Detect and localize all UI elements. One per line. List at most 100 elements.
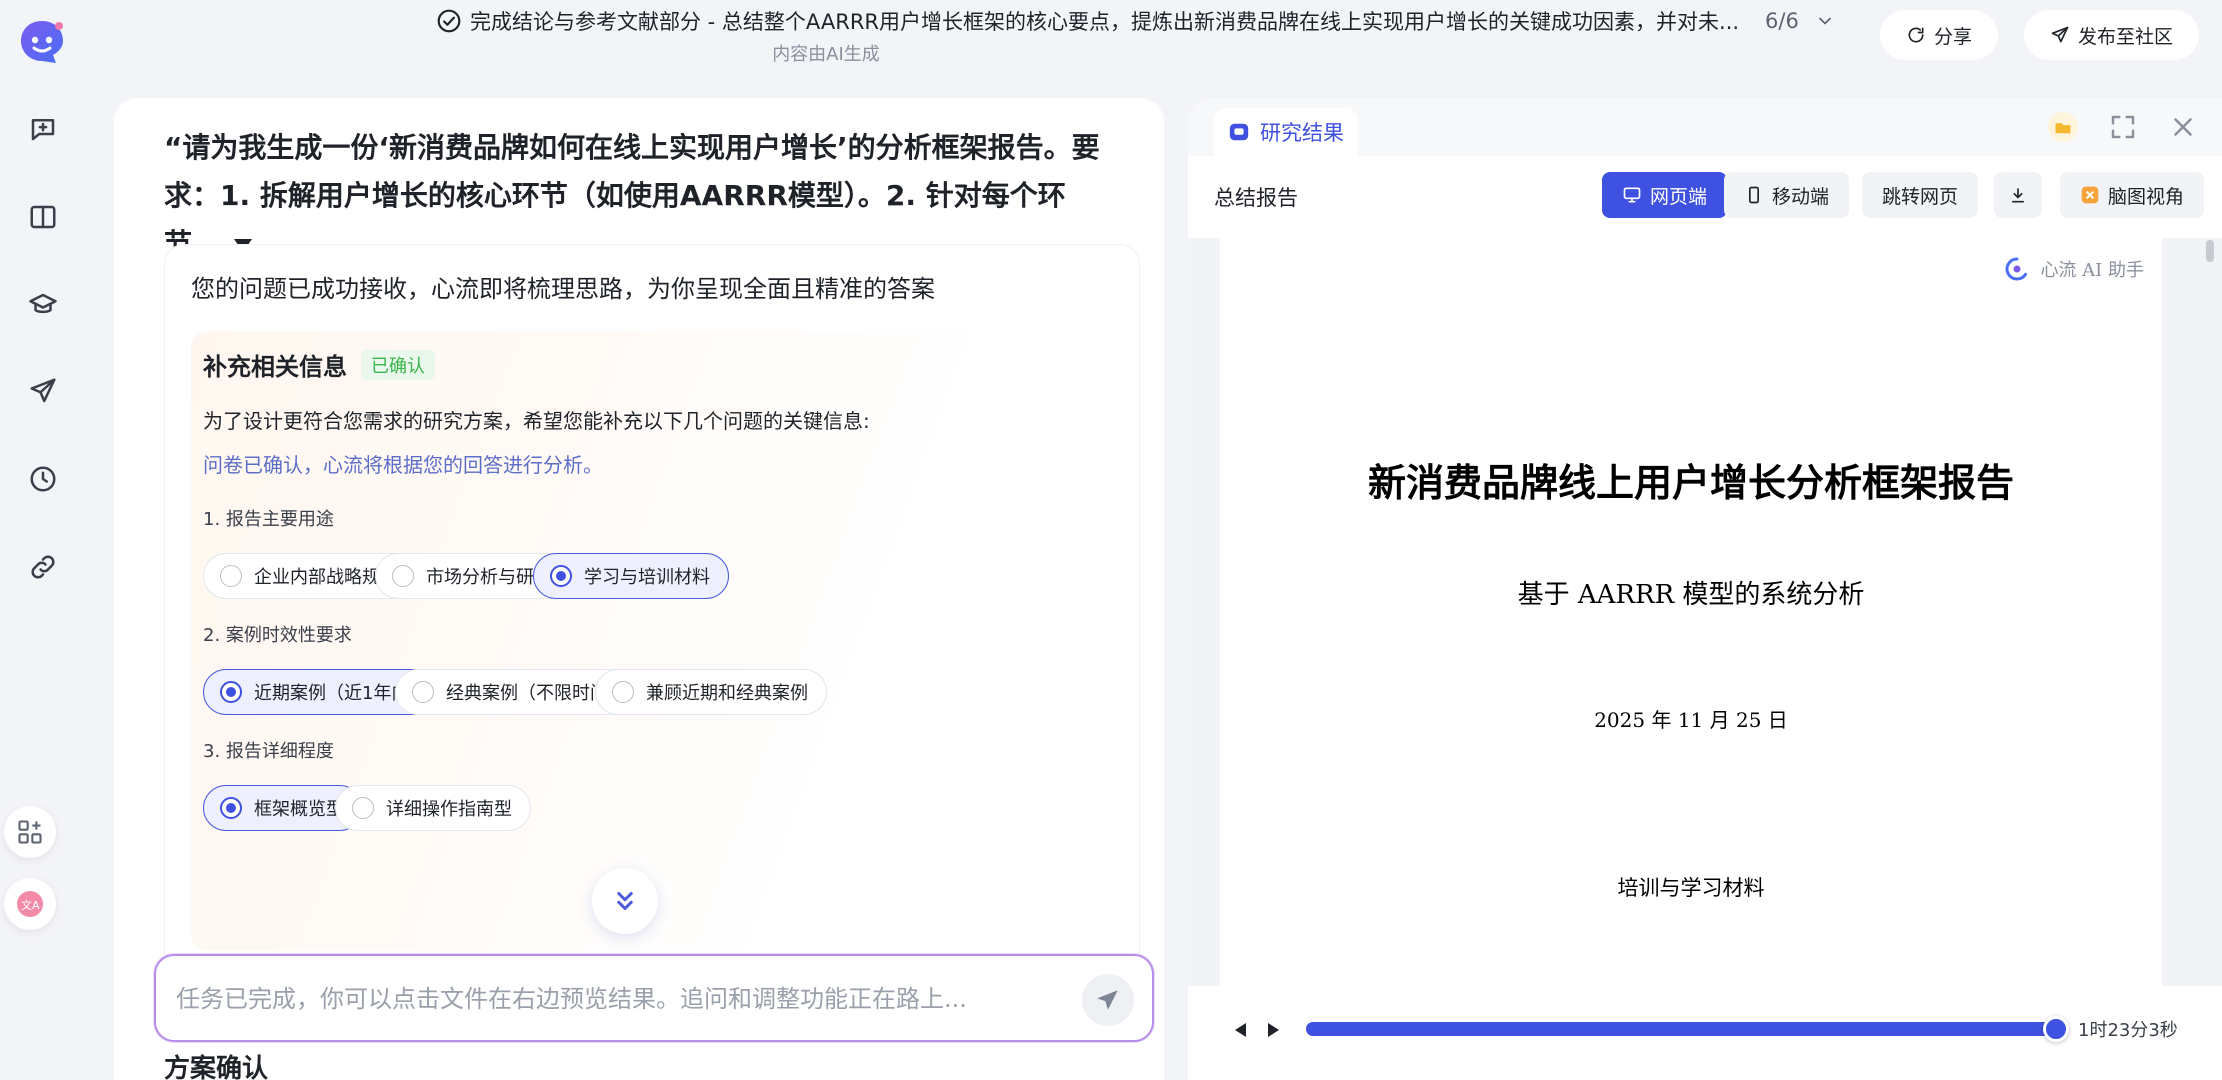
mindmap-button[interactable]: 脑图视角 [2060,172,2205,218]
doc-subtitle: 基于 AARRR 模型的系统分析 [1517,580,1865,610]
share-icon [1908,27,1924,43]
user-question-text: “请为我生成一份‘新消费品牌如何在线上实现用户增长’的分析框架报告。要求：1. … [164,131,1100,260]
progress-track[interactable] [1306,1016,2069,1042]
radio-icon [220,681,242,703]
prev-step-button[interactable] [1230,1018,1254,1042]
share-button[interactable]: 分享 [1880,10,1999,60]
ai-generated-note: 内容由AI生成 [772,44,880,65]
result-toolbar: 总结报告 网页端 移动端 跳转网页 脑图视角 [1188,156,2222,238]
mindmap-label: 脑图视角 [2108,185,2185,208]
check-circle-icon [437,9,461,33]
option-1-3[interactable]: 学习与培训材料 [533,553,729,599]
folder-icon[interactable] [2048,112,2078,142]
ack-message: 您的问题已成功接收，心流即将梳理思路，为你呈现全面且精准的答案 [191,275,935,303]
phone-icon [1749,186,1759,204]
chat-bubble-icon [1229,123,1249,141]
book-icon[interactable] [22,196,64,238]
radio-icon [392,565,414,587]
doc-date: 2025 年 11 月 25 日 [1594,708,1788,732]
apps-grid-icon[interactable] [4,806,56,858]
task-title-bar[interactable]: 完成结论与参考文献部分 - 总结整个AARRR用户增长框架的核心要点，提炼出新消… [436,6,1966,36]
graduation-cap-icon[interactable] [22,284,64,326]
double-chevron-down-icon [617,892,633,910]
scrollbar-thumb[interactable] [2206,240,2214,262]
jump-web-label: 跳转网页 [1882,185,1959,208]
view-web-label: 网页端 [1650,185,1708,208]
triangle-right-icon [1268,1023,1279,1037]
next-section-heading: 方案确认 [164,1054,269,1080]
confirmed-badge: 已确认 [361,349,435,380]
app-logo-icon[interactable] [16,16,68,68]
radio-icon [220,565,242,587]
doc-brand: 心流 AI 助手 [2004,256,2144,282]
option-2-3[interactable]: 兼顾近期和经典案例 [595,669,827,715]
brand-logo-icon [2005,257,2028,281]
share-label: 分享 [1934,25,1973,48]
publish-community-button[interactable]: 发布至社区 [2024,10,2200,60]
replay-player: 1时23分3秒 [1188,986,2222,1080]
view-mobile-label: 移动端 [1772,185,1830,208]
doc-brand-text: 心流 AI 助手 [2040,260,2144,281]
form-confirm-note: 问卷已确认，心流将根据您的回答进行分析。 [203,453,603,477]
chat-input[interactable] [176,978,1056,1020]
chat-input-box [154,954,1154,1042]
download-button[interactable] [1994,172,2042,218]
close-icon[interactable] [2168,112,2198,142]
download-icon [2012,188,2024,203]
option-3-2[interactable]: 详细操作指南型 [335,785,531,831]
form-title: 补充相关信息 已确认 [203,347,435,382]
link-icon[interactable] [22,546,64,588]
radio-icon [220,797,242,819]
panel-controls [2048,112,2198,142]
question-1-label: 1. 报告主要用途 [203,509,334,530]
task-title: 完成结论与参考文献部分 - 总结整个AARRR用户增长框架的核心要点，提炼出新消… [470,10,1740,34]
next-step-button[interactable] [1260,1018,1284,1042]
mindmap-icon [2081,186,2099,204]
view-mobile-button[interactable]: 移动端 [1724,172,1850,218]
option-label: 详细操作指南型 [386,799,512,820]
progress-knob[interactable] [2043,1016,2069,1042]
form-title-text: 补充相关信息 [203,353,347,381]
supplement-form: 补充相关信息 已确认 为了设计更符合您需求的研究方案，希望您能补充以下几个问题的… [191,331,1121,951]
left-rail: 文A [0,0,86,1080]
new-chat-icon[interactable] [22,108,64,150]
scroll-down-button[interactable] [592,868,658,934]
tab-research-result[interactable]: 研究结果 [1214,108,1358,156]
option-label: 兼顾近期和经典案例 [646,683,808,704]
send-button[interactable] [1082,974,1134,1026]
question-2-label: 2. 案例时效性要求 [203,625,352,646]
tab-label: 研究结果 [1260,121,1344,145]
radio-icon [352,797,374,819]
doc-title: 新消费品牌线上用户增长分析框架报告 [1367,460,2014,505]
publish-label: 发布至社区 [2078,25,2174,48]
triangle-left-icon [1235,1023,1246,1037]
document-page: 心流 AI 助手 新消费品牌线上用户增长分析框架报告 基于 AARRR 模型的系… [1220,238,2162,986]
svg-text:文A: 文A [21,898,40,912]
result-panel: 研究结果 总结报告 网页端 移动端 跳转网页 脑图视角 心流 AI 助手 新消费… [1188,98,2222,1080]
chat-panel: “请为我生成一份‘新消费品牌如何在线上实现用户增长’的分析框架报告。要求：1. … [114,98,1164,1080]
send-icon [1097,990,1118,1010]
report-title: 总结报告 [1214,186,1298,210]
progress-fill [1306,1022,2056,1036]
history-clock-icon[interactable] [22,458,64,500]
fullscreen-icon[interactable] [2108,112,2138,142]
form-intro: 为了设计更符合您需求的研究方案，希望您能补充以下几个问题的关键信息: [203,409,870,433]
send-icon [2051,26,2069,43]
monitor-icon [1623,187,1641,203]
elapsed-time: 1时23分3秒 [2078,1020,2178,1041]
radio-icon [612,681,634,703]
top-header: 完成结论与参考文献部分 - 总结整个AARRR用户增长框架的核心要点，提炼出新消… [86,0,2222,78]
option-label: 框架概览型 [254,799,344,820]
translate-icon[interactable]: 文A [4,878,56,930]
paper-plane-icon[interactable] [22,370,64,412]
jump-web-button[interactable]: 跳转网页 [1862,172,1979,218]
document-preview[interactable]: 心流 AI 助手 新消费品牌线上用户增长分析框架报告 基于 AARRR 模型的系… [1188,238,2222,986]
question-3-label: 3. 报告详细程度 [203,741,334,762]
view-web-button[interactable]: 网页端 [1602,172,1728,218]
radio-icon [412,681,434,703]
doc-scrollbar[interactable] [2206,238,2214,986]
option-label: 学习与培训材料 [584,567,710,588]
chevron-down-icon[interactable] [1815,11,1835,31]
response-card: 您的问题已成功接收，心流即将梳理思路，为你呈现全面且精准的答案 补充相关信息 已… [164,244,1140,972]
radio-icon [550,565,572,587]
